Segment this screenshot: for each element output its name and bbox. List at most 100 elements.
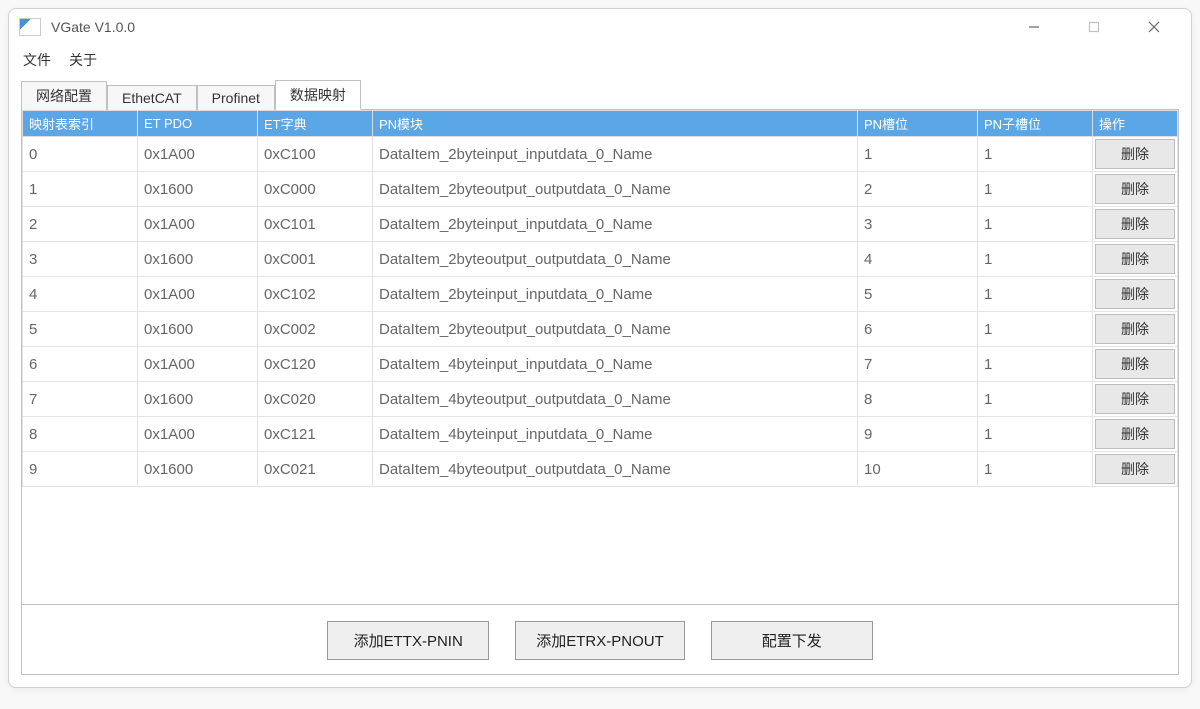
cell-pnmodule: DataItem_2byteoutput_outputdata_0_Name [373, 312, 858, 347]
cell-index: 2 [23, 207, 138, 242]
mapping-grid-wrap: 映射表索引 ET PDO ET字典 PN模块 PN槽位 PN子槽位 操作 00x… [22, 110, 1178, 604]
table-row[interactable]: 80x1A000xC121DataItem_4byteinput_inputda… [23, 417, 1178, 452]
delete-button[interactable]: 删除 [1095, 384, 1175, 414]
cell-pnslot: 5 [858, 277, 978, 312]
add-etrx-pnout-button[interactable]: 添加ETRX-PNOUT [515, 621, 685, 660]
delete-button[interactable]: 删除 [1095, 209, 1175, 239]
tab-profinet[interactable]: Profinet [197, 85, 275, 110]
col-header-pnslot[interactable]: PN槽位 [858, 111, 978, 137]
table-row[interactable]: 90x16000xC021DataItem_4byteoutput_output… [23, 452, 1178, 487]
table-row[interactable]: 40x1A000xC102DataItem_2byteinput_inputda… [23, 277, 1178, 312]
window-title: VGate V1.0.0 [51, 19, 135, 35]
menu-file[interactable]: 文件 [23, 50, 51, 70]
cell-pnsubslot: 1 [978, 347, 1093, 382]
cell-pnmodule: DataItem_2byteinput_inputdata_0_Name [373, 137, 858, 172]
cell-pnslot: 10 [858, 452, 978, 487]
cell-pnsubslot: 1 [978, 277, 1093, 312]
close-button[interactable] [1139, 13, 1169, 41]
cell-pnsubslot: 1 [978, 207, 1093, 242]
tabstrip: 网络配置 EthetCAT Profinet 数据映射 [21, 79, 1179, 109]
cell-pnslot: 8 [858, 382, 978, 417]
col-header-op[interactable]: 操作 [1093, 111, 1178, 137]
table-row[interactable]: 10x16000xC000DataItem_2byteoutput_output… [23, 172, 1178, 207]
maximize-button[interactable] [1079, 13, 1109, 41]
cell-pnsubslot: 1 [978, 172, 1093, 207]
cell-index: 6 [23, 347, 138, 382]
cell-pnslot: 9 [858, 417, 978, 452]
mapping-table: 映射表索引 ET PDO ET字典 PN模块 PN槽位 PN子槽位 操作 00x… [22, 110, 1178, 487]
table-row[interactable]: 30x16000xC001DataItem_2byteoutput_output… [23, 242, 1178, 277]
cell-etdict: 0xC100 [258, 137, 373, 172]
cell-etdict: 0xC001 [258, 242, 373, 277]
col-header-pnmodule[interactable]: PN模块 [373, 111, 858, 137]
table-row[interactable]: 50x16000xC002DataItem_2byteoutput_output… [23, 312, 1178, 347]
tab-data-mapping[interactable]: 数据映射 [275, 80, 361, 110]
cell-index: 5 [23, 312, 138, 347]
delete-button[interactable]: 删除 [1095, 419, 1175, 449]
cell-pnsubslot: 1 [978, 417, 1093, 452]
cell-etpdo: 0x1600 [138, 382, 258, 417]
cell-op: 删除 [1093, 137, 1178, 172]
col-header-etdict[interactable]: ET字典 [258, 111, 373, 137]
cell-pnslot: 4 [858, 242, 978, 277]
menu-about[interactable]: 关于 [69, 50, 97, 70]
cell-index: 4 [23, 277, 138, 312]
cell-pnsubslot: 1 [978, 382, 1093, 417]
cell-etdict: 0xC120 [258, 347, 373, 382]
cell-etpdo: 0x1A00 [138, 277, 258, 312]
cell-etdict: 0xC101 [258, 207, 373, 242]
cell-pnmodule: DataItem_4byteinput_inputdata_0_Name [373, 347, 858, 382]
tab-pane-mapping: 映射表索引 ET PDO ET字典 PN模块 PN槽位 PN子槽位 操作 00x… [21, 109, 1179, 675]
cell-op: 删除 [1093, 347, 1178, 382]
delete-button[interactable]: 删除 [1095, 314, 1175, 344]
cell-index: 8 [23, 417, 138, 452]
cell-op: 删除 [1093, 277, 1178, 312]
delete-button[interactable]: 删除 [1095, 454, 1175, 484]
cell-etpdo: 0x1600 [138, 242, 258, 277]
table-row[interactable]: 20x1A000xC101DataItem_2byteinput_inputda… [23, 207, 1178, 242]
delete-button[interactable]: 删除 [1095, 139, 1175, 169]
cell-op: 删除 [1093, 242, 1178, 277]
cell-etpdo: 0x1A00 [138, 207, 258, 242]
cell-etpdo: 0x1600 [138, 452, 258, 487]
cell-pnslot: 3 [858, 207, 978, 242]
add-ettx-pnin-button[interactable]: 添加ETTX-PNIN [327, 621, 489, 660]
cell-pnsubslot: 1 [978, 242, 1093, 277]
cell-op: 删除 [1093, 207, 1178, 242]
maximize-icon [1088, 21, 1100, 33]
delete-button[interactable]: 删除 [1095, 279, 1175, 309]
cell-etdict: 0xC000 [258, 172, 373, 207]
col-header-pnsubslot[interactable]: PN子槽位 [978, 111, 1093, 137]
minimize-button[interactable] [1019, 13, 1049, 41]
cell-pnsubslot: 1 [978, 137, 1093, 172]
cell-pnsubslot: 1 [978, 312, 1093, 347]
delete-button[interactable]: 删除 [1095, 244, 1175, 274]
table-row[interactable]: 60x1A000xC120DataItem_4byteinput_inputda… [23, 347, 1178, 382]
cell-index: 9 [23, 452, 138, 487]
tab-network-config[interactable]: 网络配置 [21, 81, 107, 110]
cell-pnsubslot: 1 [978, 452, 1093, 487]
col-header-etpdo[interactable]: ET PDO [138, 111, 258, 137]
cell-pnmodule: DataItem_4byteinput_inputdata_0_Name [373, 417, 858, 452]
cell-etpdo: 0x1600 [138, 312, 258, 347]
table-row[interactable]: 70x16000xC020DataItem_4byteoutput_output… [23, 382, 1178, 417]
content-area: 网络配置 EthetCAT Profinet 数据映射 映射表索引 ET PDO… [9, 75, 1191, 687]
delete-button[interactable]: 删除 [1095, 349, 1175, 379]
cell-etpdo: 0x1A00 [138, 417, 258, 452]
cell-etdict: 0xC102 [258, 277, 373, 312]
table-row[interactable]: 00x1A000xC100DataItem_2byteinput_inputda… [23, 137, 1178, 172]
minimize-icon [1028, 21, 1040, 33]
cell-op: 删除 [1093, 417, 1178, 452]
cell-etdict: 0xC121 [258, 417, 373, 452]
titlebar: VGate V1.0.0 [9, 9, 1191, 45]
window-controls [1019, 13, 1181, 41]
cell-etdict: 0xC020 [258, 382, 373, 417]
cell-pnmodule: DataItem_4byteoutput_outputdata_0_Name [373, 452, 858, 487]
deploy-config-button[interactable]: 配置下发 [711, 621, 873, 660]
col-header-index[interactable]: 映射表索引 [23, 111, 138, 137]
cell-etpdo: 0x1A00 [138, 137, 258, 172]
app-window: VGate V1.0.0 文件 关于 网络配置 EthetCAT Profine… [8, 8, 1192, 688]
cell-pnslot: 7 [858, 347, 978, 382]
delete-button[interactable]: 删除 [1095, 174, 1175, 204]
tab-ethercat[interactable]: EthetCAT [107, 85, 197, 110]
